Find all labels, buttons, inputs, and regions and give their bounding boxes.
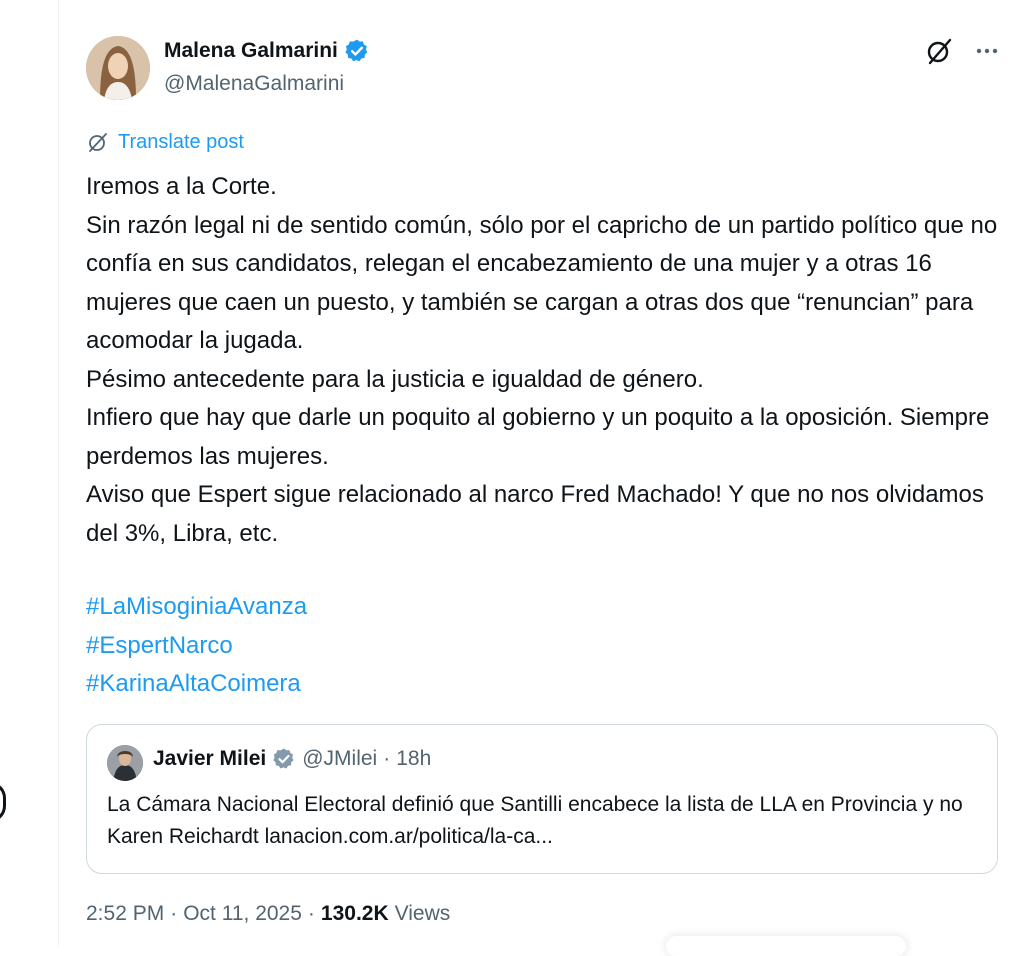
hashtag-link[interactable]: #KarinaAltaCoimera — [86, 665, 307, 704]
post-meta: 2:52 PM · Oct 11, 2025 · 130.2K Views — [86, 902, 450, 926]
author-display-name[interactable]: Malena Galmarini — [164, 39, 338, 63]
timeline-divider — [58, 0, 59, 946]
quoted-post[interactable]: Javier Milei @JMilei · 18h La Cámara Nac… — [86, 724, 998, 874]
post-text-line: Pésimo antecedente para la justicia e ig… — [86, 365, 704, 393]
floating-panel-edge — [666, 936, 906, 956]
post-text-line: Sin razón legal ni de sentido común, sól… — [86, 211, 998, 355]
verified-badge-icon — [273, 748, 294, 769]
profile-photo — [107, 745, 143, 781]
views-count: 130.2K — [320, 902, 389, 925]
author-handle[interactable]: @MalenaGalmarini — [164, 72, 344, 96]
hashtag-link[interactable]: #EspertNarco — [86, 627, 307, 666]
author-name-row: Malena Galmarini — [164, 38, 370, 64]
hashtag-list: #LaMisoginiaAvanza #EspertNarco #KarinaA… — [86, 588, 307, 704]
translate-row[interactable]: Translate post — [86, 130, 244, 154]
post-date[interactable]: Oct 11, 2025 — [183, 902, 302, 926]
quoted-post-text: La Cámara Nacional Electoral definió que… — [107, 793, 963, 848]
author-avatar[interactable] — [86, 36, 150, 100]
verified-badge-icon[interactable] — [344, 38, 370, 64]
post-text: Iremos a la Corte. Sin razón legal ni de… — [86, 168, 1000, 553]
hashtag-link[interactable]: #LaMisoginiaAvanza — [86, 588, 307, 627]
post-top-actions — [924, 36, 1000, 66]
post-time[interactable]: 2:52 PM — [86, 902, 164, 926]
quoted-post-header: Javier Milei @JMilei · 18h — [153, 747, 431, 771]
grok-icon[interactable] — [924, 36, 954, 66]
translate-icon — [89, 133, 107, 152]
quoted-author-name[interactable]: Javier Milei — [153, 747, 266, 771]
separator-dot: · — [383, 747, 391, 770]
more-icon[interactable] — [974, 38, 1000, 64]
profile-photo — [86, 36, 150, 100]
quoted-author-avatar[interactable] — [107, 745, 143, 781]
partial-icon-edge — [0, 782, 6, 822]
post-text-line: Iremos a la Corte. — [86, 173, 277, 200]
separator-dot: · — [307, 902, 315, 925]
separator-dot: · — [170, 902, 178, 925]
views-label: Views — [394, 902, 451, 925]
post-text-line: Aviso que Espert sigue relacionado al na… — [86, 481, 984, 547]
translate-post-link[interactable]: Translate post — [118, 131, 244, 154]
post-text-line: Infiero que hay que darle un poquito al … — [86, 404, 990, 470]
quoted-post-time: 18h — [396, 747, 432, 770]
quoted-author-handle: @JMilei — [302, 747, 378, 770]
